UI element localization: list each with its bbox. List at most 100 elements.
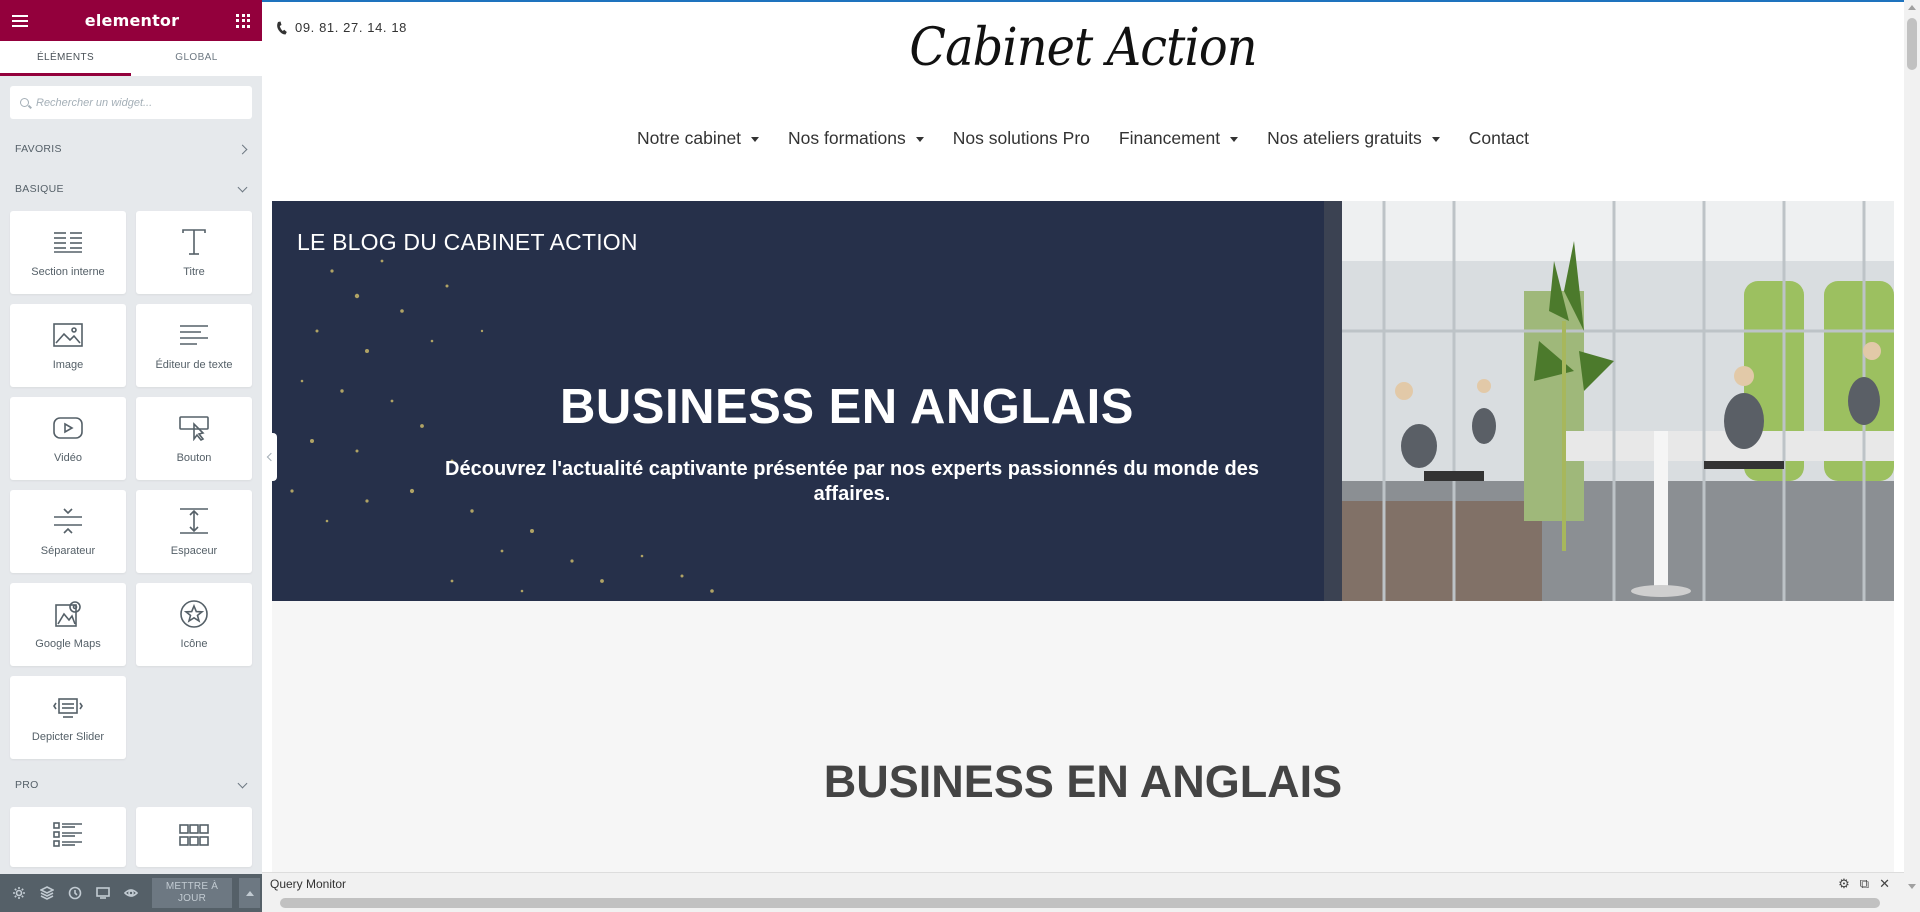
caret-down-icon (1431, 137, 1440, 142)
map-icon (51, 600, 85, 628)
widget-grid: Section interne Titre Image Éditeur de t… (0, 209, 262, 759)
widget-button[interactable]: Bouton (136, 397, 252, 480)
nav-item-financement[interactable]: Financement (1119, 128, 1239, 149)
scrollbar-thumb[interactable] (1907, 18, 1917, 70)
content-section: BUSINESS EN ANGLAIS (272, 601, 1894, 890)
nav-label: Nos solutions Pro (952, 128, 1090, 148)
hero-section: LE BLOG DU CABINET ACTION BUSINESS EN AN… (272, 201, 1894, 601)
category-label: BASIQUE (15, 183, 64, 195)
main-navigation: Notre cabinet Nos formations Nos solutio… (262, 128, 1904, 149)
widget-image[interactable]: Image (10, 304, 126, 387)
widget-heading[interactable]: Titre (136, 211, 252, 294)
widget-label: Google Maps (35, 637, 101, 650)
office-photo (1324, 201, 1894, 601)
section-heading: BUSINESS EN ANGLAIS (823, 756, 1343, 807)
text-editor-icon (177, 321, 211, 349)
widget-icon[interactable]: Icône (136, 583, 252, 666)
widget-label: Séparateur (40, 544, 96, 557)
scrollbar-thumb[interactable] (280, 898, 1880, 908)
category-label: FAVORIS (15, 143, 62, 155)
panel-header: elementor (0, 0, 262, 41)
widget-spacer[interactable]: Espaceur (136, 490, 252, 573)
widget-posts[interactable] (10, 807, 126, 867)
tab-elements[interactable]: ÉLÉMENTS (0, 41, 131, 76)
widget-label: Éditeur de texte (155, 358, 233, 371)
chevron-right-icon (237, 144, 248, 154)
close-icon[interactable]: ✕ (1879, 876, 1890, 892)
widget-divider[interactable]: Séparateur (10, 490, 126, 573)
elementor-panel: elementor ÉLÉMENTS GLOBAL Rechercher un … (0, 0, 262, 912)
widget-grid-pro (0, 805, 262, 867)
top-accent-line (262, 0, 1904, 2)
nav-item-nos-ateliers-gratuits[interactable]: Nos ateliers gratuits (1267, 128, 1440, 149)
nav-item-notre-cabinet[interactable]: Notre cabinet (636, 128, 760, 149)
site-logo[interactable]: Cabinet Action (328, 18, 1839, 78)
elementor-logo: elementor (84, 11, 180, 30)
widget-label: Titre (183, 265, 205, 278)
widget-label: Depicter Slider (31, 730, 105, 743)
caret-down-icon (915, 137, 924, 142)
menu-icon[interactable] (12, 14, 28, 27)
widget-label: Icône (180, 637, 208, 650)
divider-icon (51, 507, 85, 535)
search-placeholder: Rechercher un widget... (36, 96, 153, 109)
query-monitor-label: Query Monitor (270, 876, 347, 891)
widget-label: Image (52, 358, 84, 371)
scroll-down-icon[interactable] (1908, 884, 1916, 889)
query-monitor-bar[interactable]: Query Monitor ⚙ ⧉ ✕ (262, 872, 1904, 894)
widget-label: Bouton (176, 451, 212, 464)
nav-label: Notre cabinet (636, 128, 742, 148)
apps-grid-icon[interactable] (236, 13, 250, 28)
posts-icon (51, 821, 85, 849)
widget-search-input[interactable]: Rechercher un widget... (10, 86, 252, 119)
star-icon (177, 599, 211, 628)
widget-label: Vidéo (54, 451, 82, 464)
history-icon[interactable] (64, 882, 86, 904)
inner-section-icon (51, 228, 85, 256)
widget-label: Espaceur (170, 544, 218, 557)
heading-icon (177, 228, 211, 256)
category-basique[interactable]: BASIQUE (0, 169, 262, 209)
horizontal-scrollbar[interactable] (262, 894, 1920, 912)
scroll-up-icon[interactable] (1908, 5, 1916, 10)
responsive-icon[interactable] (92, 882, 114, 904)
slider-icon (51, 693, 85, 721)
widget-label: Section interne (31, 265, 105, 278)
widget-text-editor[interactable]: Éditeur de texte (136, 304, 252, 387)
category-favoris[interactable]: FAVORIS (0, 129, 262, 169)
update-button[interactable]: METTRE À JOUR (152, 878, 232, 908)
widget-video[interactable]: Vidéo (10, 397, 126, 480)
portfolio-icon (177, 821, 211, 849)
nav-label: Contact (1468, 128, 1530, 148)
panel-footer: METTRE À JOUR (0, 874, 262, 912)
image-icon (51, 321, 85, 349)
widget-portfolio[interactable] (136, 807, 252, 867)
widget-inner-section[interactable]: Section interne (10, 211, 126, 294)
spacer-icon (177, 507, 211, 535)
collapse-panel-handle[interactable] (262, 433, 277, 481)
nav-item-contact[interactable]: Contact (1469, 128, 1529, 149)
nav-item-nos-formations[interactable]: Nos formations (788, 128, 924, 149)
popout-icon[interactable]: ⧉ (1860, 876, 1869, 892)
settings-icon[interactable] (8, 882, 30, 904)
category-pro[interactable]: PRO (0, 765, 262, 805)
tab-global[interactable]: GLOBAL (131, 41, 262, 76)
widget-depicter-slider[interactable]: Depicter Slider (10, 676, 126, 759)
hero-title: BUSINESS EN ANGLAIS (560, 380, 1134, 434)
panel-tabs: ÉLÉMENTS GLOBAL (0, 41, 262, 76)
nav-label: Nos formations (788, 128, 906, 148)
nav-item-nos-solutions-pro[interactable]: Nos solutions Pro (953, 128, 1090, 149)
navigator-icon[interactable] (36, 882, 58, 904)
chevron-down-icon (237, 778, 248, 788)
search-icon (20, 98, 29, 107)
phone-icon (277, 21, 287, 34)
chevron-down-icon (237, 182, 248, 192)
category-label: PRO (15, 779, 39, 791)
gear-icon[interactable]: ⚙ (1838, 876, 1850, 892)
query-monitor-tools: ⚙ ⧉ ✕ (1838, 876, 1904, 892)
widget-google-maps[interactable]: Google Maps (10, 583, 126, 666)
update-options-icon[interactable] (238, 878, 260, 908)
caret-down-icon (751, 137, 760, 142)
vertical-scrollbar[interactable] (1904, 0, 1920, 894)
preview-icon[interactable] (120, 882, 142, 904)
